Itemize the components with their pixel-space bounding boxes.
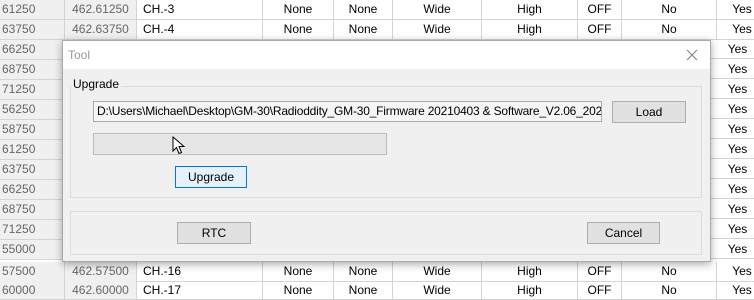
rx-frequency-cell[interactable]: 63750 xyxy=(0,20,65,40)
ctcss-rx-cell[interactable]: None xyxy=(263,20,334,40)
last-column-cell[interactable]: Yes xyxy=(717,281,754,300)
ctcss-rx-cell[interactable]: None xyxy=(263,0,334,20)
last-column-cell[interactable]: Yes xyxy=(711,180,754,199)
close-icon[interactable] xyxy=(680,45,704,65)
last-column-cell[interactable]: Yes xyxy=(717,20,754,40)
tool-dialog: Tool Upgrade D:\Users\Michael\Desktop\GM… xyxy=(62,40,711,262)
rx-frequency-cell[interactable]: 66250 xyxy=(0,180,65,200)
rx-frequency-cell[interactable]: 66250 xyxy=(0,40,65,60)
scan-cell[interactable]: OFF xyxy=(578,0,622,20)
last-column-cell[interactable]: Yes xyxy=(711,160,754,179)
rx-frequency-cell[interactable]: 56250 xyxy=(0,100,65,120)
scan-cell[interactable]: OFF xyxy=(578,262,622,282)
rx-frequency-cell[interactable]: 58750 xyxy=(0,120,65,140)
ctcss-rx-cell[interactable]: None xyxy=(263,262,334,282)
upgrade-progress-bar xyxy=(93,133,387,155)
cancel-button[interactable]: Cancel xyxy=(587,222,660,244)
ctcss-tx-cell[interactable]: None xyxy=(334,281,393,300)
rx-frequency-cell[interactable]: 60000 xyxy=(0,281,65,300)
bandwidth-cell[interactable]: Wide xyxy=(393,20,482,40)
scan-cell[interactable]: OFF xyxy=(578,20,622,40)
power-cell[interactable]: High xyxy=(482,20,578,40)
channel-name-cell[interactable]: CH.-3 xyxy=(137,0,263,20)
dialog-titlebar[interactable]: Tool xyxy=(63,41,710,69)
table-row[interactable]: 61250 462.61250 CH.-3 None None Wide Hig… xyxy=(0,0,754,20)
last-column-cell[interactable]: Yes xyxy=(711,220,754,239)
hidden-rows-right: Yes Yes Yes Yes Yes Yes Yes Yes Yes Yes … xyxy=(711,40,754,262)
rx-frequency-cell[interactable]: 61250 xyxy=(0,0,65,20)
firmware-path-field[interactable]: D:\Users\Michael\Desktop\GM-30\Radioddit… xyxy=(93,101,602,122)
bandwidth-cell[interactable]: Wide xyxy=(393,262,482,282)
ctcss-rx-cell[interactable]: None xyxy=(263,281,334,300)
last-column-cell[interactable]: Yes xyxy=(711,200,754,219)
upgrade-button[interactable]: Upgrade xyxy=(175,166,247,188)
rx-frequency-cell[interactable]: 55000 xyxy=(0,240,65,260)
ctcss-tx-cell[interactable]: None xyxy=(334,0,393,20)
tx-frequency-cell[interactable]: 462.61250 xyxy=(65,0,137,20)
talkaround-cell[interactable]: No xyxy=(622,0,717,20)
load-button[interactable]: Load xyxy=(612,101,686,123)
bandwidth-cell[interactable]: Wide xyxy=(393,0,482,20)
rx-frequency-cell[interactable]: 71250 xyxy=(0,80,65,100)
rx-frequency-cell[interactable]: 68750 xyxy=(0,60,65,80)
last-column-cell[interactable]: Yes xyxy=(717,262,754,282)
last-column-cell[interactable]: Yes xyxy=(717,0,754,20)
ctcss-tx-cell[interactable]: None xyxy=(334,20,393,40)
talkaround-cell[interactable]: No xyxy=(622,281,717,300)
rx-frequency-cell[interactable]: 63750 xyxy=(0,160,65,180)
talkaround-cell[interactable]: No xyxy=(622,20,717,40)
tx-frequency-cell[interactable]: 462.63750 xyxy=(65,20,137,40)
rx-frequency-cell[interactable]: 71250 xyxy=(0,220,65,240)
channel-name-cell[interactable]: CH.-17 xyxy=(137,281,263,300)
rx-frequency-cell[interactable]: 68750 xyxy=(0,200,65,220)
last-column-cell[interactable]: Yes xyxy=(711,40,754,59)
rx-frequency-cell[interactable]: 57500 xyxy=(0,262,65,282)
upgrade-group-label: Upgrade xyxy=(71,77,122,91)
last-column-cell[interactable]: Yes xyxy=(711,140,754,159)
last-column-cell[interactable]: Yes xyxy=(711,80,754,99)
last-column-cell[interactable]: Yes xyxy=(711,60,754,79)
channel-name-cell[interactable]: CH.-4 xyxy=(137,20,263,40)
power-cell[interactable]: High xyxy=(482,281,578,300)
rtc-button[interactable]: RTC xyxy=(177,222,251,244)
ctcss-tx-cell[interactable]: None xyxy=(334,262,393,282)
last-column-cell[interactable]: Yes xyxy=(711,120,754,139)
mouse-cursor-icon xyxy=(172,136,186,155)
power-cell[interactable]: High xyxy=(482,0,578,20)
last-column-cell[interactable]: Yes xyxy=(711,240,754,259)
table-row[interactable]: 57500 462.57500 CH.-16 None None Wide Hi… xyxy=(0,262,754,282)
channel-name-cell[interactable]: CH.-16 xyxy=(137,262,263,282)
power-cell[interactable]: High xyxy=(482,262,578,282)
dialog-title: Tool xyxy=(68,48,91,62)
talkaround-cell[interactable]: No xyxy=(622,262,717,282)
bandwidth-cell[interactable]: Wide xyxy=(393,281,482,300)
tx-frequency-cell[interactable]: 462.60000 xyxy=(65,281,137,300)
scan-cell[interactable]: OFF xyxy=(578,281,622,300)
table-row[interactable]: 60000 462.60000 CH.-17 None None Wide Hi… xyxy=(0,281,754,300)
close-icon-glyph xyxy=(686,49,698,61)
hidden-rows-left: 66250 68750 71250 56250 58750 61250 6375… xyxy=(0,40,65,262)
rx-frequency-cell[interactable]: 61250 xyxy=(0,140,65,160)
tx-frequency-cell[interactable]: 462.57500 xyxy=(65,262,137,282)
last-column-cell[interactable]: Yes xyxy=(711,100,754,119)
table-row[interactable]: 63750 462.63750 CH.-4 None None Wide Hig… xyxy=(0,20,754,40)
